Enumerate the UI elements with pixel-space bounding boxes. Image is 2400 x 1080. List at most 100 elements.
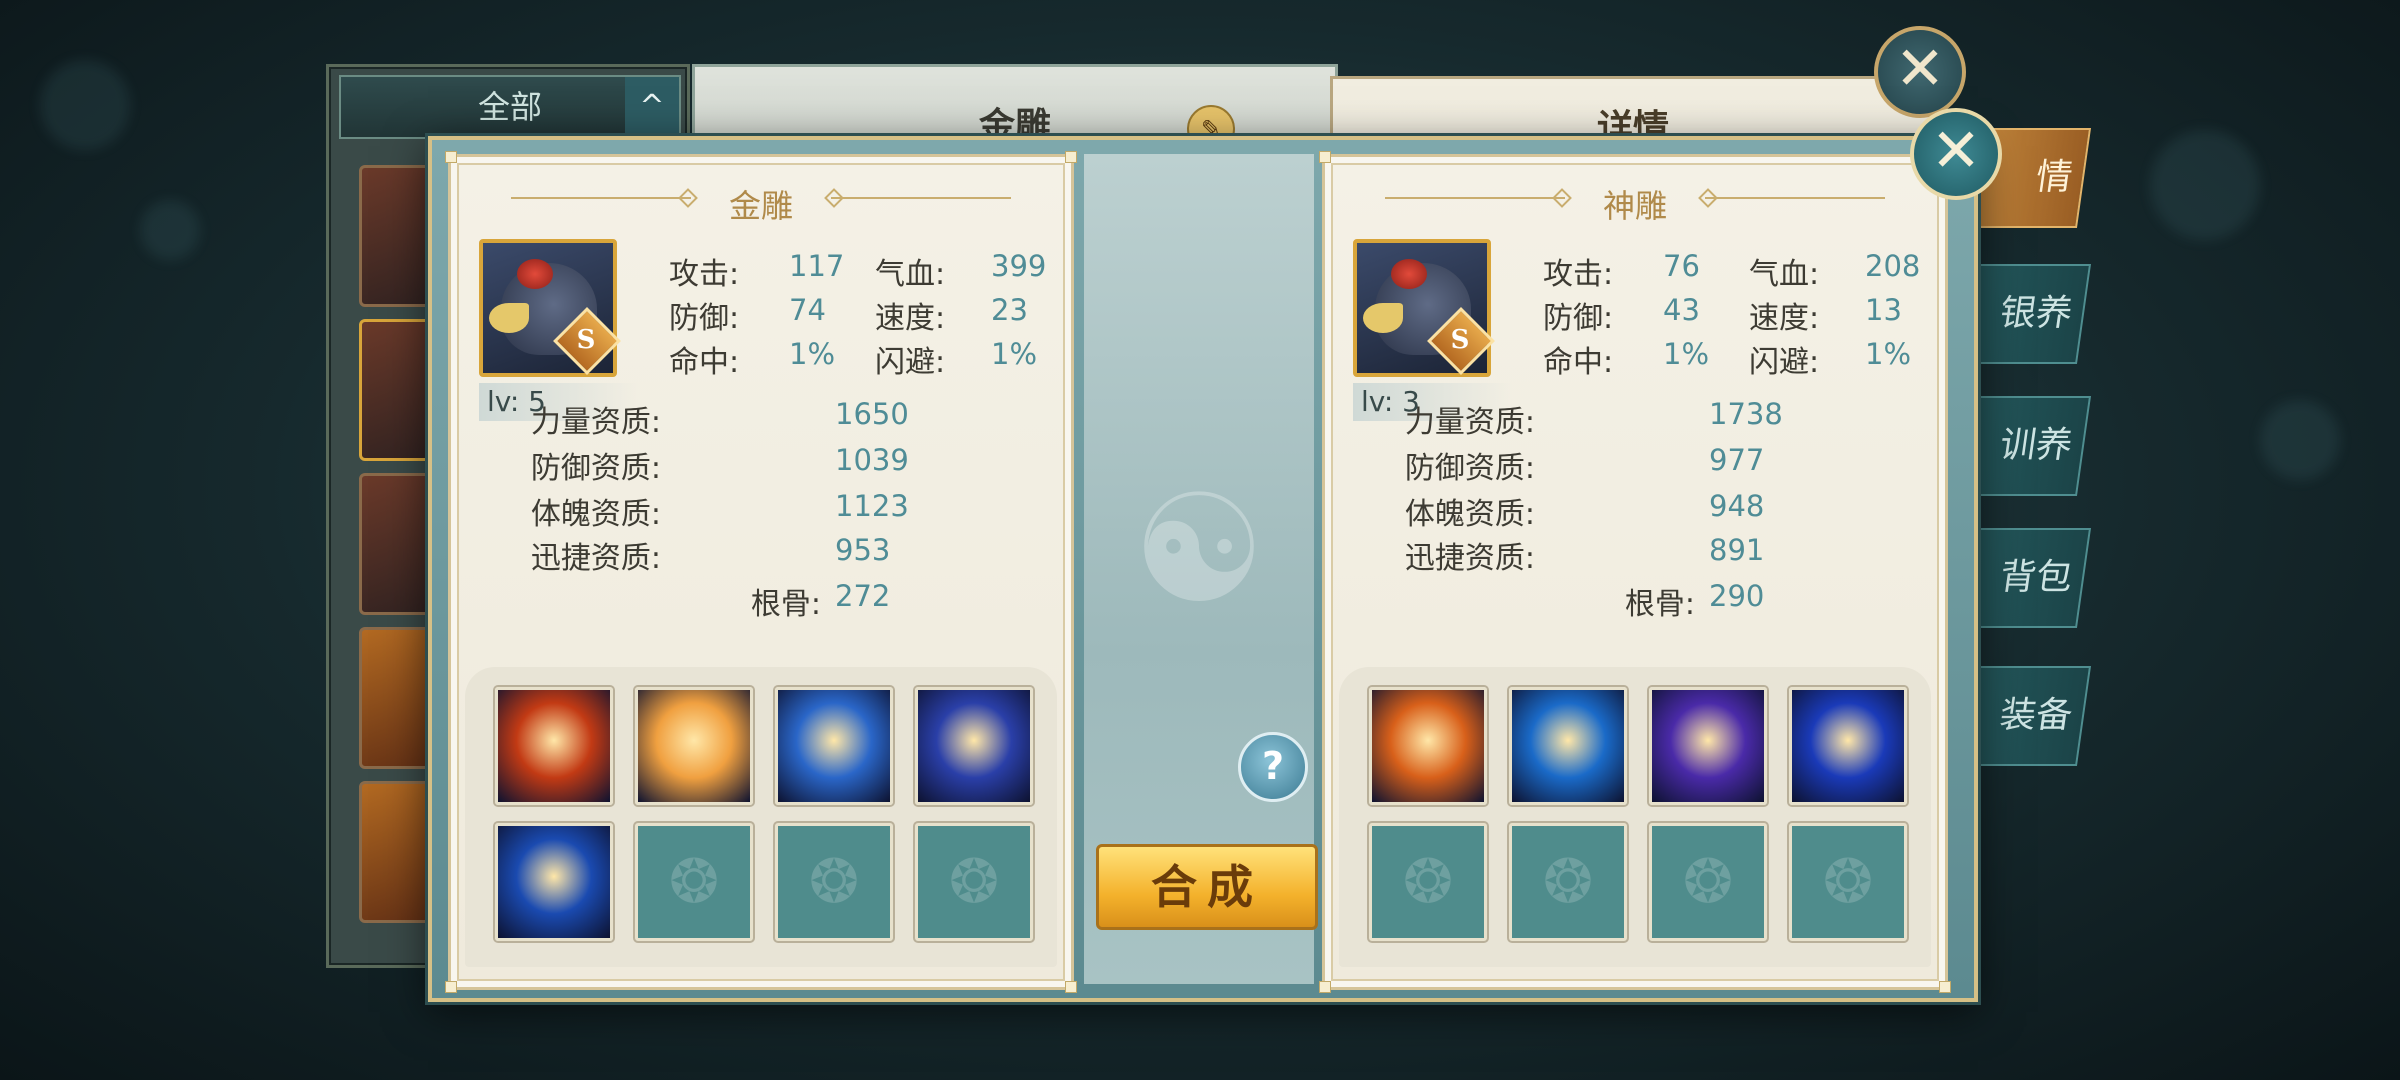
help-button[interactable]: ? <box>1238 732 1308 802</box>
tab-equipment[interactable]: 装备 <box>1962 666 2092 766</box>
apt-constitution-label: 体魄资质: <box>1404 497 1535 532</box>
apt-strength-label: 力量资质: <box>530 405 661 440</box>
header-divider <box>831 197 1011 199</box>
seal-icon: ❂ <box>1822 847 1874 917</box>
void-orb-skill-icon[interactable] <box>1649 687 1767 805</box>
apt-agility-label: 迅捷资质: <box>530 541 661 576</box>
stat-attack-label: 攻击: <box>1543 257 1614 292</box>
pet-synthesis-dialog: ☯ 金雕 S lv: 5 攻击: 117 气血: 399 防御: 74 速度: … <box>428 136 1978 1002</box>
pet-filter-label: 全部 <box>477 88 542 126</box>
right-pet-card: 神雕 S lv: 3 攻击: 76 气血: 208 防御: 43 速度: 13 … <box>1319 151 1951 993</box>
stat-defense-value: 43 <box>1663 293 1700 327</box>
corner-ornament <box>1939 981 1951 993</box>
tab-train[interactable]: 训养 <box>1962 396 2092 496</box>
seal-icon: ❂ <box>668 847 720 917</box>
fire-orb-skill-icon[interactable] <box>495 687 613 805</box>
eagle-beak <box>1363 303 1403 333</box>
wind-blade-skill-icon[interactable] <box>1509 687 1627 805</box>
lightning-shield-skill-icon[interactable] <box>775 687 893 805</box>
apt-constitution-value: 948 <box>1709 489 1765 523</box>
pet-name: 金雕 <box>728 187 793 225</box>
empty-skill-slot[interactable]: ❂ <box>915 823 1033 941</box>
corner-ornament <box>445 981 457 993</box>
apt-constitution-value: 1123 <box>835 489 909 523</box>
corner-ornament <box>1065 981 1077 993</box>
tab-bag[interactable]: 背包 <box>1962 528 2092 628</box>
empty-skill-slot[interactable]: ❂ <box>1509 823 1627 941</box>
stat-speed-label: 速度: <box>1749 301 1820 336</box>
stat-speed-value: 23 <box>991 293 1028 327</box>
dragon-emblem-icon: ☯ <box>1131 463 1267 637</box>
stat-attack-value: 117 <box>789 249 845 283</box>
empty-skill-slot[interactable]: ❂ <box>635 823 753 941</box>
stat-hit-label: 命中: <box>669 345 740 380</box>
apt-root-value: 290 <box>1709 579 1765 613</box>
flame-lion-skill-icon[interactable] <box>635 687 753 805</box>
pet-filter-dropdown[interactable]: 全部 ^ <box>339 75 681 139</box>
card-header: 金雕 <box>471 173 1051 225</box>
stat-defense-label: 防御: <box>1543 301 1614 336</box>
pet-name: 神雕 <box>1602 187 1667 225</box>
header-divider <box>1705 197 1885 199</box>
stat-attack-value: 76 <box>1663 249 1700 283</box>
stat-hp-label: 气血: <box>875 257 946 292</box>
apt-root-label: 根骨: <box>750 587 821 622</box>
grade-label: S <box>576 325 596 355</box>
ice-shatter-skill-icon[interactable] <box>495 823 613 941</box>
seal-icon: ❂ <box>1402 847 1454 917</box>
claw-slash-skill-icon[interactable] <box>915 687 1033 805</box>
card-header: 神雕 <box>1345 173 1925 225</box>
stat-attack-label: 攻击: <box>669 257 740 292</box>
stat-hit-value: 1% <box>789 337 836 371</box>
apt-strength-value: 1738 <box>1709 397 1783 431</box>
apt-defense-label: 防御资质: <box>530 451 661 486</box>
eagle-beak <box>489 303 529 333</box>
stat-dodge-value: 1% <box>1865 337 1912 371</box>
apt-agility-value: 953 <box>835 533 891 567</box>
apt-root-label: 根骨: <box>1624 587 1695 622</box>
seal-icon: ❂ <box>1682 847 1734 917</box>
grade-label: S <box>1450 325 1470 355</box>
eagle-crest <box>517 259 553 289</box>
tab-raise[interactable]: 银养 <box>1962 264 2092 364</box>
empty-skill-slot[interactable]: ❂ <box>1789 823 1907 941</box>
seal-icon: ❂ <box>1542 847 1594 917</box>
stat-dodge-value: 1% <box>991 337 1038 371</box>
empty-skill-slot[interactable]: ❂ <box>1649 823 1767 941</box>
stat-dodge-label: 闪避: <box>1749 345 1820 380</box>
vortex-skill-icon[interactable] <box>1789 687 1907 805</box>
apt-root-value: 272 <box>835 579 891 613</box>
stat-speed-value: 13 <box>1865 293 1902 327</box>
empty-skill-slot[interactable]: ❂ <box>1369 823 1487 941</box>
compose-button[interactable]: 合成 <box>1096 844 1318 930</box>
chevron-up-icon[interactable]: ^ <box>625 77 679 137</box>
corner-ornament <box>1065 151 1077 163</box>
phoenix-skill-icon[interactable] <box>1369 687 1487 805</box>
apt-defense-value: 977 <box>1709 443 1765 477</box>
stat-hp-label: 气血: <box>1749 257 1820 292</box>
apt-defense-value: 1039 <box>835 443 909 477</box>
left-pet-card: 金雕 S lv: 5 攻击: 117 气血: 399 防御: 74 速度: 23… <box>445 151 1077 993</box>
stat-hit-label: 命中: <box>1543 345 1614 380</box>
corner-ornament <box>1319 151 1331 163</box>
background-close-button[interactable]: ✕ <box>1874 26 1966 118</box>
empty-skill-slot[interactable]: ❂ <box>775 823 893 941</box>
seal-icon: ❂ <box>948 847 1000 917</box>
corner-ornament <box>445 151 457 163</box>
stat-speed-label: 速度: <box>875 301 946 336</box>
skill-tray: ❂ ❂ ❂ <box>465 667 1057 967</box>
stat-dodge-label: 闪避: <box>875 345 946 380</box>
stat-hp-value: 399 <box>991 249 1047 283</box>
stat-defense-value: 74 <box>789 293 826 327</box>
apt-strength-value: 1650 <box>835 397 909 431</box>
eagle-crest <box>1391 259 1427 289</box>
apt-agility-value: 891 <box>1709 533 1765 567</box>
stat-hit-value: 1% <box>1663 337 1710 371</box>
stat-hp-value: 208 <box>1865 249 1921 283</box>
skill-tray: ❂ ❂ ❂ ❂ <box>1339 667 1931 967</box>
apt-defense-label: 防御资质: <box>1404 451 1535 486</box>
apt-constitution-label: 体魄资质: <box>530 497 661 532</box>
close-icon[interactable]: ✕ <box>1910 108 2002 200</box>
seal-icon: ❂ <box>808 847 860 917</box>
apt-agility-label: 迅捷资质: <box>1404 541 1535 576</box>
